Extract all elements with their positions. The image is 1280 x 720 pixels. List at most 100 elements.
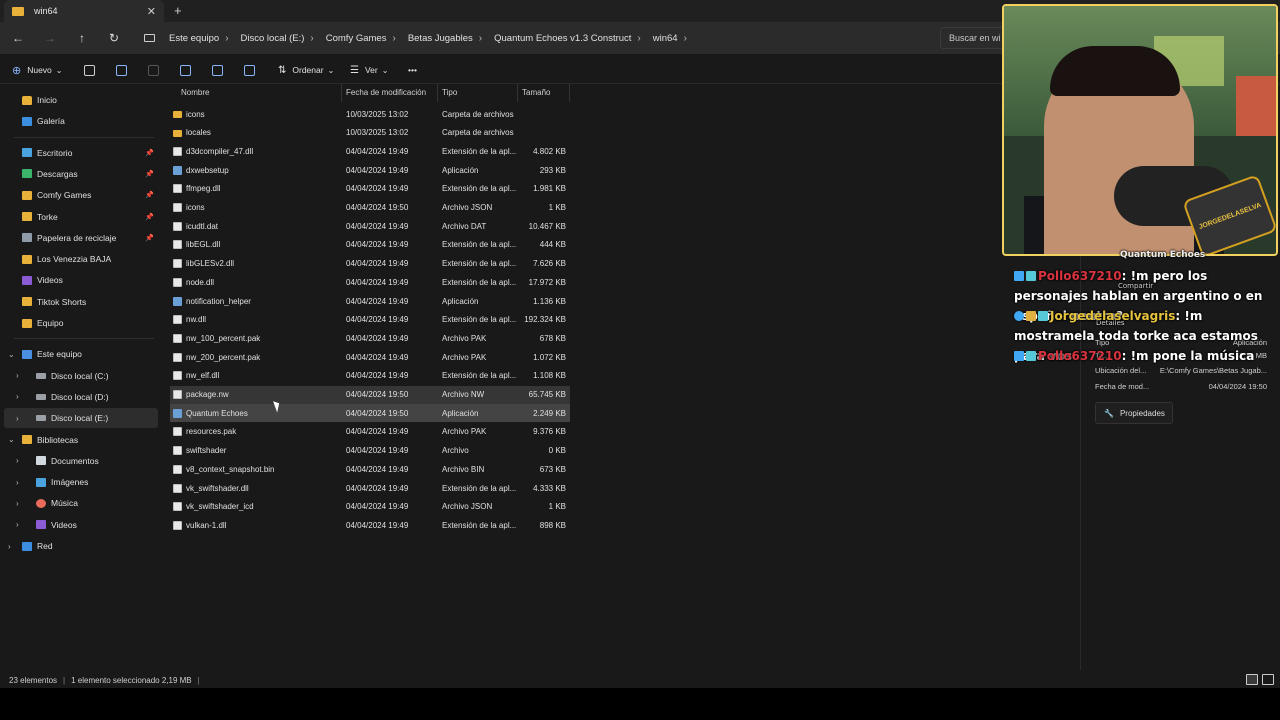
home-icon [22,95,32,105]
sidebar-item[interactable]: › Red [4,536,158,556]
details-view-icon[interactable] [1246,674,1258,685]
new-tab-button[interactable]: + [174,3,182,18]
address-bar[interactable]: Este equipo › Disco local (E:) › Comfy Games… [134,26,930,50]
column-header-type[interactable]: Tipo [438,84,518,102]
sidebar-item-label: Disco local (D:) [51,391,109,402]
chat-badge-icon [1014,351,1024,361]
file-row[interactable]: nw.dll 04/04/2024 19:49 Extensión de la ap… [170,311,570,329]
breadcrumb-item[interactable]: Disco local (E:) [241,33,305,44]
file-row[interactable]: node.dll 04/04/2024 19:49 Extensión de la … [170,273,570,291]
column-header-name[interactable]: Nombre [166,84,342,102]
file-name: locales [186,128,211,138]
sidebar-item[interactable]: ⌄ Este equipo [4,344,158,364]
sidebar-item[interactable]: › Disco local (C:) [4,366,158,386]
file-row[interactable]: ffmpeg.dll 04/04/2024 19:49 Extensión de l… [170,180,570,198]
back-button[interactable]: ← [8,28,28,48]
sidebar-divider [14,338,154,340]
sidebar-item[interactable]: › Disco local (D:) [4,387,158,407]
file-row[interactable]: d3dcompiler_47.dll 04/04/2024 19:49 Extens… [170,142,570,160]
share-button[interactable] [212,63,223,77]
file-name: notification_helper [186,296,251,306]
close-tab-icon[interactable]: ✕ [147,5,156,18]
file-row[interactable]: nw_elf.dll 04/04/2024 19:49 Extensión de l… [170,367,570,385]
sidebar-item[interactable]: Equipo [4,313,158,333]
file-row[interactable]: resources.pak 04/04/2024 19:49 Archivo PAK… [170,423,570,441]
sidebar-item-label: Disco local (C:) [51,370,109,381]
column-header-date[interactable]: Fecha de modificación [342,84,438,102]
refresh-button[interactable]: ↻ [104,28,124,48]
file-row[interactable]: icudtl.dat 04/04/2024 19:49 Archivo DAT 10.… [170,217,570,235]
sidebar-item[interactable]: Torke 📌 [4,207,158,227]
file-size: 7.626 KB [533,259,566,269]
file-row[interactable]: dxwebsetup 04/04/2024 19:49 Aplicación 293 … [170,161,570,179]
sidebar-item[interactable]: Escritorio 📌 [4,143,158,163]
chevron-right-icon: › [225,32,229,44]
more-button[interactable]: ••• [408,63,417,77]
chevron-right-icon[interactable]: › [16,499,19,508]
paste-button[interactable] [148,63,159,77]
copy-button[interactable] [116,63,127,77]
file-row[interactable]: vulkan-1.dll 04/04/2024 19:49 Extensión de… [170,516,570,534]
sidebar-item[interactable]: › Imágenes [4,472,158,492]
file-icon [173,315,182,325]
chevron-right-icon[interactable]: › [16,392,19,401]
chevron-right-icon[interactable]: › [16,456,19,465]
breadcrumb-item[interactable]: Quantum Echoes v1.3 Construct [494,33,631,44]
properties-button[interactable]: 🔧 Propiedades [1095,402,1173,424]
tab-win64[interactable]: win64 ✕ [4,0,164,22]
chevron-down-icon[interactable]: ⌄ [8,435,15,444]
sidebar-item-label: Equipo [37,318,64,328]
chevron-right-icon[interactable]: › [8,542,11,551]
file-size: 65.745 KB [528,390,566,399]
file-row[interactable]: notification_helper 04/04/2024 19:49 Aplic… [170,292,570,310]
file-row[interactable]: icons 04/04/2024 19:50 Archivo JSON 1 KB [170,199,570,217]
rename-button[interactable] [180,63,191,77]
sidebar-item[interactable]: › Videos [4,515,158,535]
file-row[interactable]: libGLESv2.dll 04/04/2024 19:49 Extensión d… [170,255,570,273]
file-type: Carpeta de archivos [442,109,514,119]
sort-button[interactable]: ⇅ Ordenar ⌄ [278,63,334,77]
tiles-view-icon[interactable] [1262,674,1274,685]
forward-button[interactable]: → [40,28,60,48]
chevron-right-icon[interactable]: › [16,414,19,423]
file-row[interactable]: Quantum Echoes 04/04/2024 19:50 Aplicación… [170,404,570,423]
sidebar-item[interactable]: Los Venezzia BAJA [4,249,158,269]
sidebar-item[interactable]: ⌄ Bibliotecas [4,430,158,450]
sidebar-item[interactable]: › Disco local (E:) [4,408,158,429]
sidebar-item[interactable]: › Documentos [4,451,158,471]
sidebar-item[interactable]: Comfy Games 📌 [4,185,158,205]
cut-button[interactable] [84,63,95,77]
file-row[interactable]: v8_context_snapshot.bin 04/04/2024 19:49 A… [170,460,570,478]
file-row[interactable]: locales 10/03/2025 13:02 Carpeta de archiv… [170,124,570,142]
view-button[interactable]: ☰ Ver ⌄ [350,63,388,77]
sidebar-item[interactable]: Papelera de reciclaje 📌 [4,228,158,248]
file-row[interactable]: vk_swiftshader_icd 04/04/2024 19:49 Archiv… [170,498,570,516]
sidebar-item[interactable]: Descargas 📌 [4,164,158,184]
file-row[interactable]: package.nw 04/04/2024 19:50 Archivo NW 65.7… [170,385,570,404]
chevron-right-icon[interactable]: › [16,520,19,529]
file-row[interactable]: swiftshader 04/04/2024 19:49 Archivo 0 KB [170,442,570,460]
up-button[interactable]: ↑ [72,28,92,48]
chevron-right-icon[interactable]: › [16,371,19,380]
chevron-down-icon[interactable]: ⌄ [8,350,15,359]
delete-button[interactable] [244,63,255,77]
file-row[interactable]: nw_100_percent.pak 04/04/2024 19:49 Archiv… [170,329,570,347]
file-date: 04/04/2024 19:49 [346,146,409,156]
sidebar-item[interactable]: Inicio [4,90,158,110]
breadcrumb-item[interactable]: Betas Jugables [408,33,473,44]
breadcrumb-item[interactable]: Este equipo [169,33,219,44]
sidebar-item[interactable]: Tiktok Shorts [4,292,158,312]
chevron-right-icon[interactable]: › [16,478,19,487]
sidebar-item[interactable]: Galería [4,111,158,131]
folder-icon [12,6,24,16]
sidebar-item[interactable]: › Música [4,493,158,513]
column-header-size[interactable]: Tamaño [518,84,570,102]
breadcrumb-item[interactable]: win64 [653,33,678,44]
file-row[interactable]: vk_swiftshader.dll 04/04/2024 19:49 Extens… [170,479,570,497]
sidebar-item[interactable]: Videos [4,270,158,290]
new-button[interactable]: ⊕ Nuevo ⌄ [12,63,63,77]
breadcrumb-item[interactable]: Comfy Games [326,33,387,44]
file-row[interactable]: icons 10/03/2025 13:02 Carpeta de archivos [170,105,570,123]
file-row[interactable]: nw_200_percent.pak 04/04/2024 19:49 Archiv… [170,348,570,366]
file-row[interactable]: libEGL.dll 04/04/2024 19:49 Extensión de l… [170,236,570,254]
